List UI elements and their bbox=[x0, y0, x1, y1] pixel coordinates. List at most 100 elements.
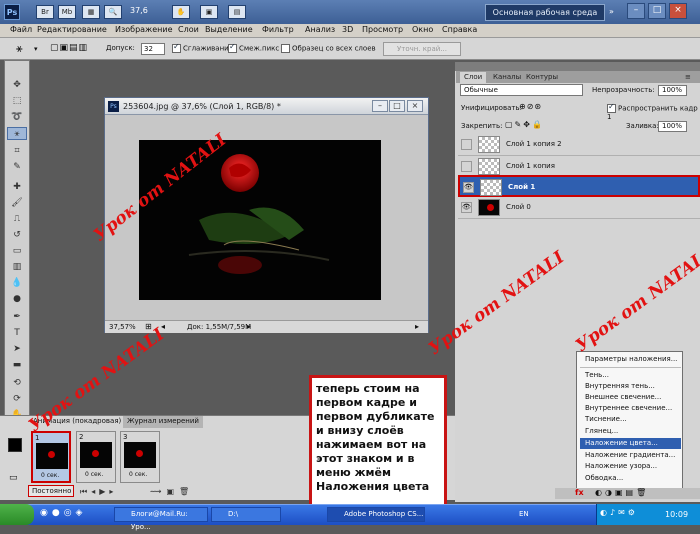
healing-tool-icon[interactable]: ✚ bbox=[7, 181, 27, 194]
menu-item-highlighted[interactable]: Наложение цвета... bbox=[580, 438, 681, 449]
checkbox-icon[interactable] bbox=[281, 44, 290, 53]
visibility-off-icon[interactable] bbox=[461, 139, 472, 150]
layer-row[interactable]: Слой 1 копия 2 bbox=[458, 134, 700, 156]
frame-duration[interactable]: 0 сек. bbox=[41, 472, 59, 479]
bridge-button[interactable]: Br bbox=[36, 5, 54, 19]
animation-frame[interactable]: 1 0 сек. bbox=[31, 431, 71, 483]
contiguous-checkbox[interactable]: Смеж.пикс bbox=[228, 42, 279, 53]
document-title-bar[interactable]: Ps 253604.jpg @ 37,6% (Слой 1, RGB/8) * … bbox=[105, 98, 428, 115]
close-button[interactable]: × bbox=[669, 3, 687, 19]
3d-rotate-icon[interactable]: ⟲ bbox=[7, 377, 27, 390]
workspace-button[interactable]: Основная рабочая среда bbox=[485, 4, 605, 21]
menu-item[interactable]: Глянец... bbox=[585, 427, 618, 435]
menu-item[interactable]: Внешнее свечение... bbox=[585, 393, 661, 401]
menu-layers[interactable]: Слои bbox=[178, 25, 199, 34]
start-button[interactable] bbox=[0, 504, 34, 525]
menu-item[interactable]: Параметры наложения... bbox=[585, 355, 677, 363]
layer-action-icons[interactable]: ◐◑▣▤🗑 bbox=[595, 488, 649, 497]
menu-filter[interactable]: Фильтр bbox=[262, 25, 294, 34]
visibility-off-icon[interactable] bbox=[461, 161, 472, 172]
frame-layers-icon[interactable]: ▭ bbox=[9, 473, 18, 483]
menu-item[interactable]: Наложение градиента... bbox=[585, 451, 675, 459]
view-extras-button[interactable]: ▦ bbox=[82, 5, 100, 19]
language-indicator[interactable]: EN bbox=[519, 510, 529, 518]
fill-input[interactable]: 100% bbox=[658, 121, 687, 132]
frame-duration[interactable]: 0 сек. bbox=[85, 471, 103, 478]
taskbar-item-browser[interactable]: Блоги@Mail.Ru: Уро... bbox=[114, 507, 208, 531]
panel-collapse-bar[interactable] bbox=[455, 62, 700, 71]
checkbox-icon[interactable] bbox=[172, 42, 181, 53]
eye-icon[interactable]: 👁 bbox=[461, 202, 472, 213]
scroll-left-icon[interactable]: ◂ bbox=[161, 322, 165, 331]
dodge-tool-icon[interactable]: ● bbox=[7, 293, 27, 306]
tool-preset-chevron-icon[interactable]: ▾ bbox=[34, 45, 38, 53]
brush-tool-icon[interactable]: 🖌 bbox=[7, 197, 27, 210]
taskbar-item-folder[interactable]: D:\ bbox=[211, 507, 281, 522]
marquee-tool-icon[interactable]: ⬚ bbox=[7, 95, 27, 108]
stamp-tool-icon[interactable]: ⎍ bbox=[7, 213, 27, 226]
quick-launch-icons[interactable]: ◉●◎◈ bbox=[40, 508, 86, 518]
menu-item[interactable]: Внутренняя тень... bbox=[585, 382, 655, 390]
magic-wand-icon[interactable]: ⚹ bbox=[16, 42, 23, 56]
path-selection-icon[interactable]: ➤ bbox=[7, 343, 27, 356]
tray-icons[interactable]: ◐♪✉⚙ bbox=[600, 508, 638, 517]
move-tool-icon[interactable]: ✥ bbox=[7, 79, 27, 92]
screen-mode-button[interactable]: ▤ bbox=[228, 5, 246, 19]
menu-analysis[interactable]: Анализ bbox=[305, 25, 335, 34]
tab-paths[interactable]: Контуры bbox=[522, 72, 562, 83]
foreground-color-swatch[interactable] bbox=[8, 438, 22, 452]
blend-mode-select[interactable]: Обычные bbox=[460, 84, 583, 96]
taskbar-item-photoshop[interactable]: Adobe Photoshop CS... bbox=[327, 507, 425, 522]
panel-menu-icon[interactable]: ≡ bbox=[681, 72, 695, 83]
menu-view[interactable]: Просмотр bbox=[362, 25, 403, 34]
menu-image[interactable]: Изображение bbox=[115, 25, 173, 34]
menu-item[interactable]: Внутреннее свечение... bbox=[585, 404, 672, 412]
unify-icons[interactable]: ⊕⊘⊛ bbox=[519, 102, 542, 111]
fx-icon[interactable]: fx bbox=[575, 488, 584, 497]
magic-wand-tool-icon[interactable]: ⚹ bbox=[7, 127, 27, 140]
lock-icons[interactable]: ▢✎✥🔒 bbox=[505, 120, 544, 129]
all-layers-checkbox[interactable]: Образец со всех слоев bbox=[281, 44, 376, 53]
lasso-tool-icon[interactable]: ➰ bbox=[7, 111, 27, 124]
refine-edge-button[interactable]: Уточн. край... bbox=[383, 42, 461, 56]
blur-tool-icon[interactable]: 💧 bbox=[7, 277, 27, 290]
animation-frame[interactable]: 2 0 сек. bbox=[76, 431, 116, 483]
scroll-right-icon[interactable]: ▸ bbox=[415, 322, 419, 331]
layer-row-selected[interactable]: 👁 Слой 1 bbox=[458, 175, 700, 197]
gradient-tool-icon[interactable]: ▥ bbox=[7, 261, 27, 274]
eyedropper-tool-icon[interactable]: ✎ bbox=[7, 161, 27, 174]
opacity-input[interactable]: 100% bbox=[658, 85, 687, 96]
doc-maximize-button[interactable]: □ bbox=[389, 100, 405, 112]
doc-zoom-level[interactable]: 37,57% bbox=[109, 323, 136, 331]
doc-minimize-button[interactable]: – bbox=[372, 100, 388, 112]
menu-item[interactable]: Обводка... bbox=[585, 474, 623, 482]
menu-item[interactable]: Тиснение... bbox=[585, 415, 627, 423]
frame-duration[interactable]: 0 сек. bbox=[129, 471, 147, 478]
menu-edit[interactable]: Редактирование bbox=[37, 25, 107, 34]
crop-tool-icon[interactable]: ⌗ bbox=[7, 145, 27, 158]
hand-tool-icon[interactable]: ✋ bbox=[172, 5, 190, 19]
minibridge-button[interactable]: Mb bbox=[58, 5, 76, 19]
frame-action-icons[interactable]: ⟿▣🗑 bbox=[150, 487, 194, 496]
history-brush-icon[interactable]: ↺ bbox=[7, 229, 27, 242]
3d-orbit-icon[interactable]: ⟳ bbox=[7, 393, 27, 406]
animation-frame[interactable]: 3 0 сек. bbox=[120, 431, 160, 483]
playback-controls[interactable]: ⏮◂▶▸ bbox=[80, 487, 117, 497]
menu-item[interactable]: Наложение узора... bbox=[585, 462, 657, 470]
menu-file[interactable]: Файл bbox=[10, 25, 32, 34]
menu-window[interactable]: Окно bbox=[412, 25, 433, 34]
menu-3d[interactable]: 3D bbox=[342, 25, 353, 34]
antialias-checkbox[interactable]: Сглаживание bbox=[172, 42, 233, 53]
zoom-tool-icon[interactable]: 🔍 bbox=[104, 5, 122, 19]
arrange-documents-button[interactable]: ▣ bbox=[200, 5, 218, 19]
menu-select[interactable]: Выделение bbox=[205, 25, 253, 34]
eraser-tool-icon[interactable]: ▭ bbox=[7, 245, 27, 258]
pen-tool-icon[interactable]: ✒ bbox=[7, 311, 27, 324]
tab-measurement-log[interactable]: Журнал измерений bbox=[123, 416, 203, 428]
eye-icon[interactable]: 👁 bbox=[463, 182, 474, 193]
doc-close-button[interactable]: × bbox=[407, 100, 423, 112]
menu-item[interactable]: Тень... bbox=[585, 371, 609, 379]
tolerance-input[interactable]: 32 bbox=[141, 43, 165, 55]
shape-tool-icon[interactable]: ▬ bbox=[7, 359, 27, 372]
selection-mode-icons[interactable]: ▢▣▤▥ bbox=[50, 43, 88, 53]
